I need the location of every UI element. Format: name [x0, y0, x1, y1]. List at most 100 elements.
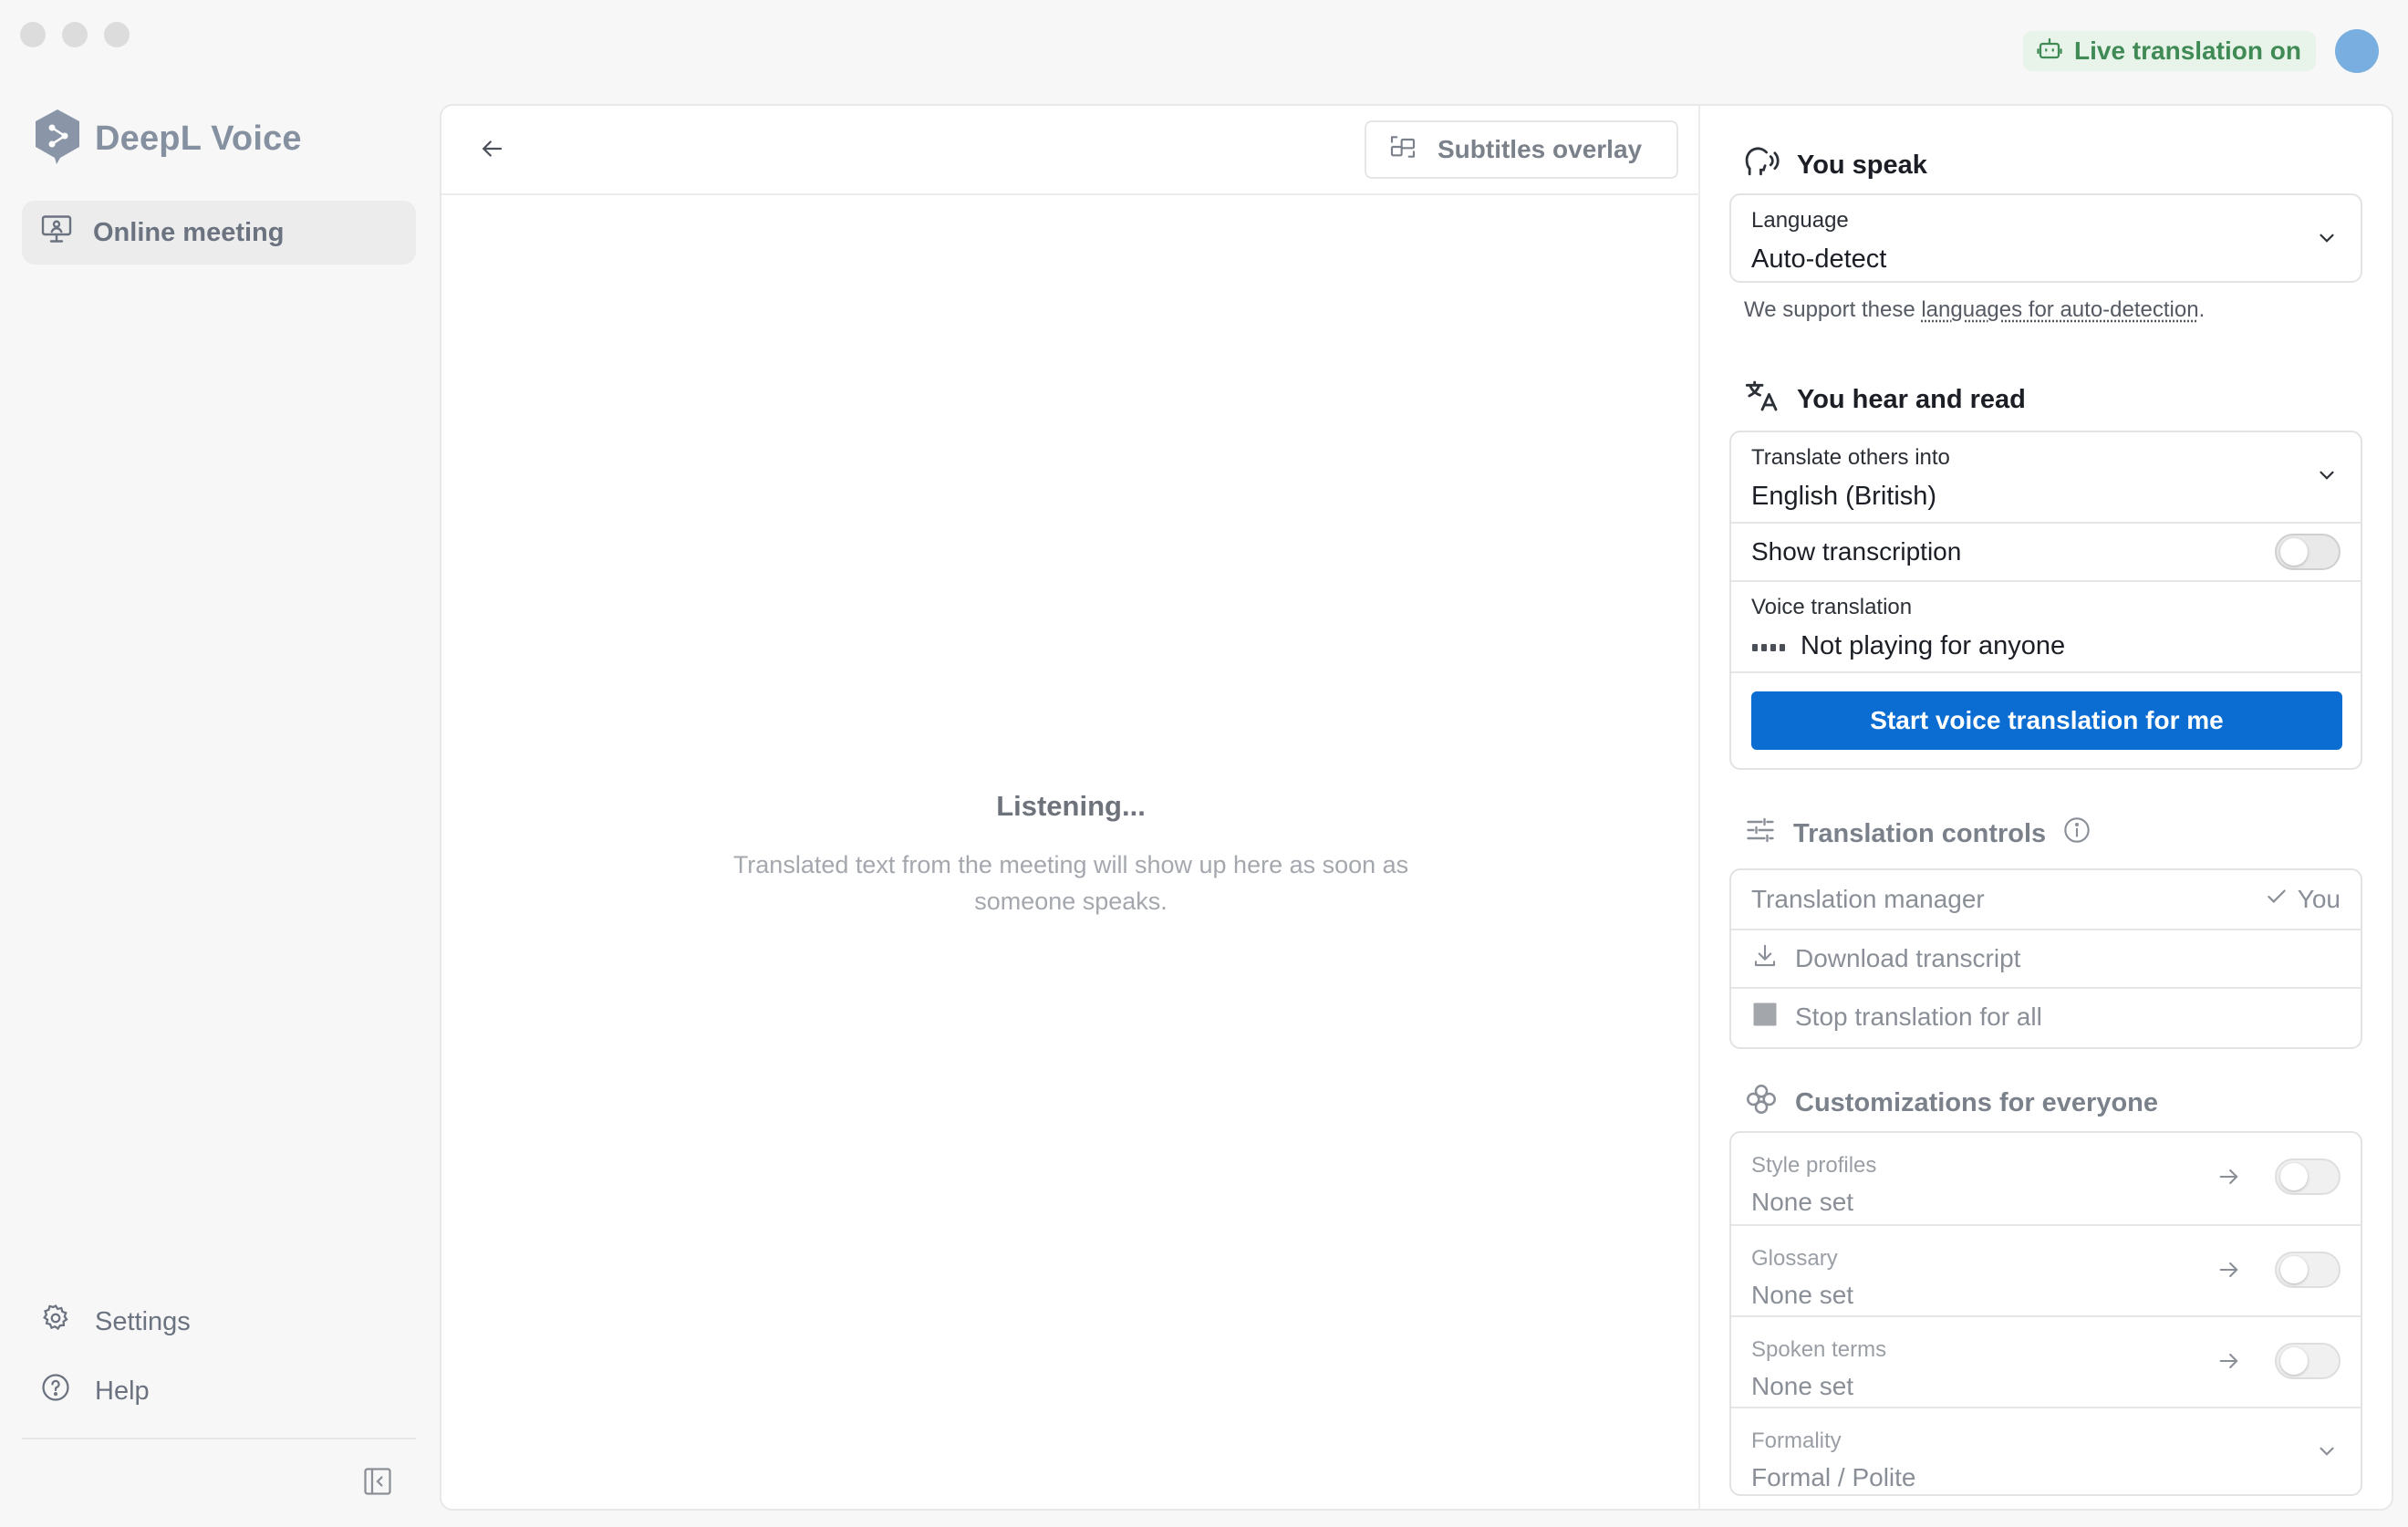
collapse-sidebar-button[interactable]: [361, 1465, 394, 1502]
auto-detect-languages-link[interactable]: languages for auto-detection: [1921, 297, 2198, 322]
avatar[interactable]: [2335, 29, 2379, 73]
sidebar-item-online-meeting[interactable]: Online meeting: [22, 201, 416, 265]
sliders-icon: [1744, 814, 1777, 854]
auto-detect-hint: We support these languages for auto-dete…: [1744, 297, 2205, 323]
audio-bars-icon: [1751, 631, 1786, 661]
collapse-sidebar-icon: [361, 1468, 394, 1501]
glossary-value: None set: [1751, 1281, 1854, 1309]
language-label: Language: [1751, 208, 1849, 233]
back-button[interactable]: [478, 135, 505, 167]
listening-description: Translated text from the meeting will sh…: [732, 851, 1409, 915]
subtitles-overlay-label: Subtitles overlay: [1438, 135, 1643, 163]
arrow-right-icon[interactable]: [2216, 1348, 2242, 1378]
voice-translation-value: Not playing for anyone: [1801, 631, 2066, 660]
you-hear-title: You hear and read: [1797, 384, 2026, 414]
arrow-right-icon[interactable]: [2216, 1257, 2242, 1287]
style-profiles-row[interactable]: Style profiles None set: [1731, 1133, 2361, 1224]
translation-controls-card: Translation manager You Download transcr…: [1729, 868, 2362, 1049]
glossary-toggle[interactable]: [2275, 1252, 2341, 1288]
stop-translation-label: Stop translation for all: [1795, 1002, 2042, 1031]
empty-state: Listening... Translated text from the me…: [441, 790, 1700, 919]
translate-icon: [1744, 378, 1780, 421]
start-voice-row: Start voice translation for me: [1731, 671, 2361, 768]
translation-manager-label: Translation manager: [1751, 885, 1985, 913]
zoom-window-button[interactable]: [104, 22, 130, 47]
style-profiles-value: None set: [1751, 1188, 1854, 1216]
main-panel: Subtitles overlay Listening... Translate…: [440, 104, 2393, 1511]
spoken-terms-label: Spoken terms: [1751, 1337, 1887, 1362]
sidebar-item-settings[interactable]: Settings: [40, 1303, 191, 1341]
voice-translation-row: Voice translation Not playing for anyone: [1731, 580, 2361, 671]
customizations-title: Customizations for everyone: [1795, 1087, 2159, 1117]
style-profiles-label: Style profiles: [1751, 1153, 1877, 1178]
checkmark-icon: [2265, 885, 2289, 915]
help-icon: [40, 1372, 71, 1410]
show-transcription-toggle[interactable]: [2275, 534, 2341, 570]
translation-controls-title: Translation controls: [1793, 818, 2047, 848]
start-voice-translation-button[interactable]: Start voice translation for me: [1751, 691, 2342, 750]
stop-square-icon: [1751, 1001, 1779, 1034]
settings-panel: You speak Language Auto-detect We suppor…: [1700, 106, 2392, 1509]
style-profiles-toggle[interactable]: [2275, 1158, 2341, 1195]
stop-translation-button[interactable]: Stop translation for all: [1731, 987, 2361, 1045]
spoken-terms-value: None set: [1751, 1372, 1854, 1400]
brand: DeepL Voice: [33, 108, 302, 171]
arrow-right-icon[interactable]: [2216, 1164, 2242, 1194]
translate-into-select[interactable]: Translate others into English (British): [1731, 432, 2361, 522]
voice-translation-label: Voice translation: [1751, 595, 1913, 619]
you-speak-header: You speak: [1744, 144, 1927, 186]
live-translation-label: Live translation on: [2074, 36, 2301, 65]
window-controls: [20, 22, 130, 47]
translate-into-label: Translate others into: [1751, 445, 1950, 470]
download-transcript-button[interactable]: Download transcript: [1731, 929, 2361, 987]
info-icon[interactable]: [2062, 815, 2091, 852]
subtitles-overlay-icon: [1388, 132, 1417, 168]
deepl-logo-icon: [33, 108, 82, 171]
sidebar-item-label: Online meeting: [93, 217, 285, 247]
chevron-down-icon: [2315, 1439, 2339, 1468]
glossary-label: Glossary: [1751, 1246, 1838, 1271]
close-window-button[interactable]: [20, 22, 46, 47]
transcript-toolbar: Subtitles overlay: [441, 106, 1700, 195]
show-transcription-row: Show transcription: [1731, 522, 2361, 580]
hear-settings-card: Translate others into English (British) …: [1729, 431, 2362, 770]
help-label: Help: [95, 1376, 150, 1406]
gear-icon: [40, 1303, 71, 1341]
language-value: Auto-detect: [1751, 244, 1887, 274]
formality-value: Formal / Polite: [1751, 1463, 1916, 1491]
chevron-down-icon: [2315, 226, 2339, 254]
robot-icon: [2036, 35, 2063, 68]
settings-label: Settings: [95, 1306, 191, 1336]
speak-language-select[interactable]: Language Auto-detect: [1729, 193, 2362, 283]
spoken-terms-toggle[interactable]: [2275, 1343, 2341, 1379]
translation-manager-name: You: [2297, 885, 2341, 913]
glossary-row[interactable]: Glossary None set: [1731, 1224, 2361, 1315]
translation-manager-value: You: [2265, 885, 2341, 915]
customizations-card: Style profiles None set Glossary None se…: [1729, 1131, 2362, 1496]
formality-select[interactable]: Formality Formal / Polite: [1731, 1407, 2361, 1498]
you-speak-title: You speak: [1797, 150, 1927, 180]
download-transcript-label: Download transcript: [1795, 944, 2021, 972]
translation-controls-header: Translation controls: [1744, 814, 2091, 854]
arrow-left-icon: [478, 140, 505, 166]
transcript-area: Subtitles overlay Listening... Translate…: [441, 106, 1700, 1509]
meeting-monitor-icon: [40, 213, 73, 252]
spoken-terms-row[interactable]: Spoken terms None set: [1731, 1315, 2361, 1407]
voice-translation-status: Not playing for anyone: [1751, 631, 2361, 661]
flower-icon: [1744, 1082, 1779, 1124]
sidebar-item-help[interactable]: Help: [40, 1372, 150, 1410]
formality-label: Formality: [1751, 1428, 1842, 1453]
customizations-header: Customizations for everyone: [1744, 1082, 2158, 1124]
hint-suffix: .: [2198, 297, 2206, 322]
chevron-down-icon: [2315, 463, 2339, 492]
brand-name: DeepL Voice: [95, 119, 302, 158]
live-translation-status[interactable]: Live translation on: [2023, 31, 2316, 71]
hint-prefix: We support these: [1744, 297, 1922, 322]
you-hear-header: You hear and read: [1744, 378, 2026, 421]
speaking-head-icon: [1744, 144, 1780, 186]
sidebar-divider: [22, 1438, 416, 1439]
listening-title: Listening...: [996, 790, 1146, 822]
minimize-window-button[interactable]: [62, 22, 88, 47]
translation-manager-row: Translation manager You: [1731, 870, 2361, 929]
subtitles-overlay-button[interactable]: Subtitles overlay: [1365, 120, 1678, 179]
